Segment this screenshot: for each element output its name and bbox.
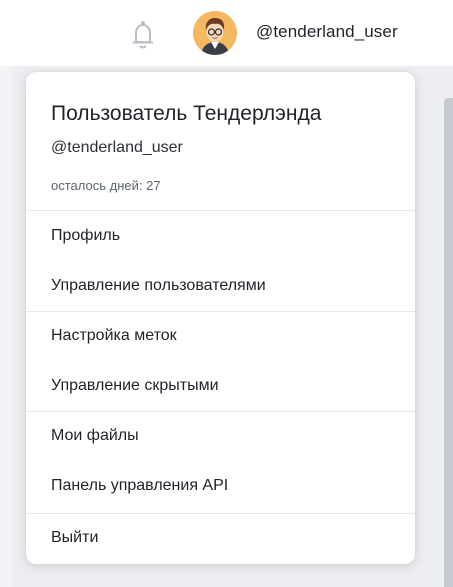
menu-item-label: Профиль <box>51 227 121 244</box>
user-full-name: Пользователь Тендерлэнда <box>51 102 322 125</box>
menu-item-tag-settings[interactable]: Настройка меток <box>26 312 415 362</box>
user-menu-dropdown: Пользователь Тендерлэнда @tenderland_use… <box>26 72 415 564</box>
header-username[interactable]: @tenderland_user <box>256 22 398 42</box>
avatar[interactable] <box>193 11 237 55</box>
menu-item-profile[interactable]: Профиль <box>26 212 415 262</box>
menu-item-label: Панель управления API <box>51 477 229 494</box>
bell-icon[interactable] <box>130 20 156 50</box>
menu-item-label: Управление скрытыми <box>51 377 219 394</box>
top-bar: @tenderland_user <box>0 0 453 66</box>
menu-item-hidden-management[interactable]: Управление скрытыми <box>26 362 415 412</box>
days-left: осталось дней: 27 <box>51 178 161 193</box>
menu-item-my-files[interactable]: Мои файлы <box>26 412 415 462</box>
menu-item-label: Выйти <box>51 529 99 546</box>
menu-item-label: Настройка меток <box>51 327 177 344</box>
menu-item-label: Мои файлы <box>51 427 139 444</box>
user-handle: @tenderland_user <box>51 139 183 156</box>
menu-item-logout[interactable]: Выйти <box>26 514 415 564</box>
user-info: Пользователь Тендерлэнда @tenderland_use… <box>26 72 415 211</box>
menu-item-label: Управление пользователями <box>51 277 266 294</box>
menu-item-api-panel[interactable]: Панель управления API <box>26 462 415 512</box>
menu-item-user-management[interactable]: Управление пользователями <box>26 262 415 312</box>
background-panel <box>444 98 453 587</box>
